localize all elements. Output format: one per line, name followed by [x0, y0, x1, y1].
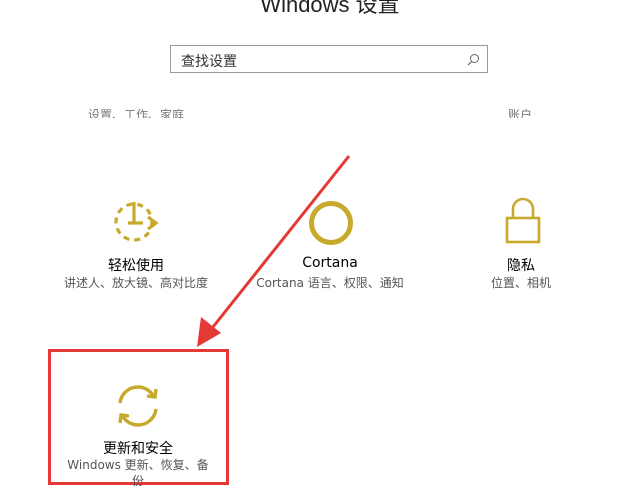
tile-desc-line2: 份 — [131, 474, 144, 488]
tile-name: 更新和安全 — [103, 441, 173, 457]
page-title: Windows 设置 — [260, 0, 400, 17]
tile-name: 轻松使用 — [108, 258, 164, 274]
tile-name: Cortana — [302, 255, 358, 271]
lock-icon — [505, 197, 541, 244]
accessibility-icon — [114, 202, 159, 242]
tile-desc: 位置、相机 — [490, 276, 551, 290]
search-input[interactable]: 查找设置 — [181, 51, 237, 71]
tile-desc: Cortana 语言、权限、通知 — [256, 276, 404, 290]
tile-desc: 讲述人、放大镜、高对比度 — [63, 276, 208, 290]
cortana-icon — [309, 201, 353, 245]
partial-tile-desc-left: 设置、工作、家庭 — [88, 108, 185, 118]
tile-name: 隐私 — [507, 258, 535, 274]
tile-desc-line1: Windows 更新、恢复、备 — [67, 458, 209, 472]
search-box[interactable]: 查找设置 — [170, 45, 488, 73]
partial-tile-desc-right: 账户 — [508, 108, 533, 118]
sync-icon — [118, 385, 158, 427]
search-icon[interactable] — [465, 52, 481, 68]
